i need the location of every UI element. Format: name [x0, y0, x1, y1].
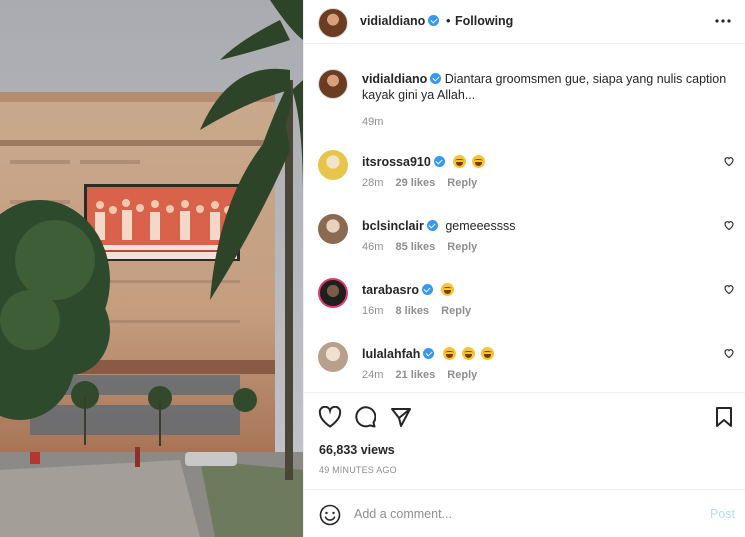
laughing-emoji-icon [442, 347, 456, 360]
views-count[interactable]: 66,833 views [319, 443, 395, 457]
comment-line: lulalahfah [362, 347, 496, 361]
reply-button[interactable]: Reply [441, 305, 471, 317]
comment-icon[interactable] [354, 406, 377, 431]
commenter-avatar[interactable] [318, 150, 348, 180]
share-icon[interactable] [390, 406, 412, 431]
comment-time[interactable]: 46m [362, 241, 383, 253]
comment-heart-icon[interactable] [723, 155, 735, 170]
comment-line: tarabasro [362, 283, 456, 297]
comment-line: itsrossa910 [362, 155, 487, 169]
comment-likes[interactable]: 29 likes [395, 177, 435, 189]
post-button[interactable]: Post [710, 507, 735, 521]
author-avatar[interactable] [318, 8, 348, 38]
comment-text: gemeeessss [445, 219, 516, 233]
reply-button[interactable]: Reply [447, 241, 477, 253]
comment-meta: 16m 8 likes Reply [362, 305, 480, 317]
commenter-avatar[interactable] [318, 342, 348, 372]
reply-button[interactable]: Reply [447, 177, 477, 189]
comment-username[interactable]: itsrossa910 [362, 155, 431, 169]
comment-item: itsrossa910 28m 29 likes Reply [304, 150, 745, 206]
post-header: vidialdiano • Following [304, 0, 745, 44]
comment-meta: 28m 29 likes Reply [362, 177, 486, 189]
more-horizontal-icon[interactable] [714, 12, 732, 34]
comment-username[interactable]: tarabasro [362, 283, 419, 297]
comment-heart-icon[interactable] [723, 283, 735, 298]
author-username[interactable]: vidialdiano [360, 14, 425, 28]
author-username-group[interactable]: vidialdiano [360, 14, 440, 28]
comment-username[interactable]: bclsinclair [362, 219, 424, 233]
add-comment-bar: Post [304, 489, 745, 537]
laughing-emoji-icon [453, 155, 467, 168]
caption-timestamp[interactable]: 49m [362, 116, 383, 128]
comment-heart-icon[interactable] [723, 219, 735, 234]
action-bar [304, 392, 745, 438]
post-media-image[interactable] [0, 0, 303, 537]
laughing-emoji-icon [461, 347, 475, 360]
heart-icon[interactable] [318, 405, 342, 431]
comment-meta: 46m 85 likes Reply [362, 241, 486, 253]
comment-line: bclsinclair gemeeessss [362, 219, 516, 233]
verified-badge-icon [426, 220, 438, 231]
commenter-avatar[interactable] [318, 278, 348, 308]
comment-likes[interactable]: 8 likes [395, 305, 429, 317]
comment-meta: 24m 21 likes Reply [362, 369, 486, 381]
verified-badge-icon [423, 348, 435, 359]
comment-input[interactable] [354, 504, 694, 524]
commenter-avatar[interactable] [318, 214, 348, 244]
comment-heart-icon[interactable] [723, 347, 735, 362]
laughing-emoji-icon [472, 155, 486, 168]
caption-username[interactable]: vidialdiano [362, 72, 427, 86]
reply-button[interactable]: Reply [447, 369, 477, 381]
comment-time[interactable]: 24m [362, 369, 383, 381]
caption-text-block: vidialdiano Diantara groomsmen gue, siap… [362, 71, 732, 103]
laughing-emoji-icon [480, 347, 494, 360]
post-panel: vidialdiano • Following vidialdiano Dian… [303, 0, 745, 537]
comment-item: lulalahfah 24m 21 likes Reply [304, 342, 745, 398]
comment-likes[interactable]: 85 likes [395, 241, 435, 253]
following-button[interactable]: Following [455, 14, 513, 28]
caption-avatar[interactable] [318, 69, 348, 99]
comment-time[interactable]: 28m [362, 177, 383, 189]
header-separator: • [446, 13, 451, 28]
verified-badge-icon [430, 73, 442, 84]
rolling-laugh-emoji-icon [441, 283, 455, 296]
comment-item: tarabasro 16m 8 likes Reply [304, 278, 745, 334]
verified-badge-icon [428, 15, 440, 26]
post-photo [0, 0, 303, 537]
verified-badge-icon [433, 156, 445, 167]
emoji-picker-icon[interactable] [319, 504, 341, 529]
verified-badge-icon [421, 284, 433, 295]
comment-username[interactable]: lulalahfah [362, 347, 420, 361]
comment-likes[interactable]: 21 likes [395, 369, 435, 381]
posted-time[interactable]: 49 MINUTES AGO [319, 465, 397, 475]
bookmark-icon[interactable] [715, 406, 733, 431]
comment-item: bclsinclair gemeeessss 46m 85 likes Repl… [304, 214, 745, 270]
comment-time[interactable]: 16m [362, 305, 383, 317]
